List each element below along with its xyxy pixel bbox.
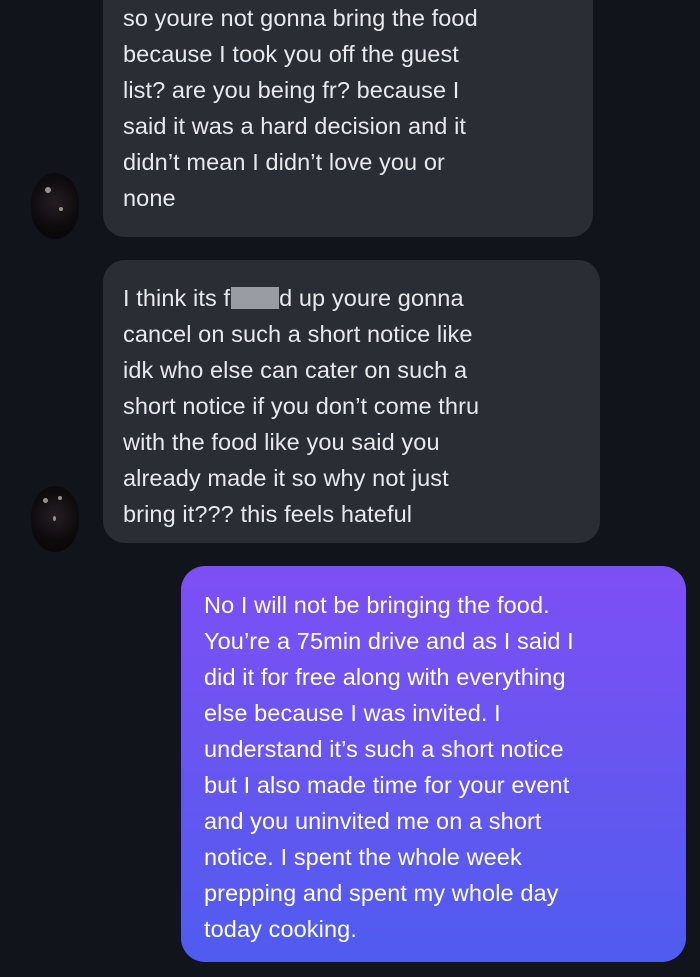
message-text-after-redaction: d up youre gonna cancel on such a short …: [123, 285, 480, 527]
censor-bar: [231, 287, 280, 309]
message-text: so youre not gonna bring the food becaus…: [123, 5, 478, 211]
message-text: I think its fd up youre gonna cancel on …: [123, 280, 580, 532]
message-text-before-redaction: I think its f: [123, 285, 231, 311]
avatar-highlight: [45, 187, 51, 193]
avatar-highlight: [53, 516, 56, 521]
incoming-message-bubble[interactable]: so youre not gonna bring the food becaus…: [103, 0, 593, 237]
message-text: No I will not be bringing the food. You’…: [204, 592, 574, 942]
avatar-highlight: [59, 207, 63, 211]
avatar-highlight: [58, 496, 62, 500]
outgoing-message-bubble[interactable]: No I will not be bringing the food. You’…: [181, 566, 686, 962]
sender-avatar-icon[interactable]: [31, 173, 79, 239]
message-thread: so youre not gonna bring the food becaus…: [0, 0, 700, 977]
sender-avatar-icon[interactable]: [31, 486, 79, 552]
avatar-highlight: [43, 498, 48, 503]
incoming-message-bubble[interactable]: I think its fd up youre gonna cancel on …: [103, 260, 600, 543]
